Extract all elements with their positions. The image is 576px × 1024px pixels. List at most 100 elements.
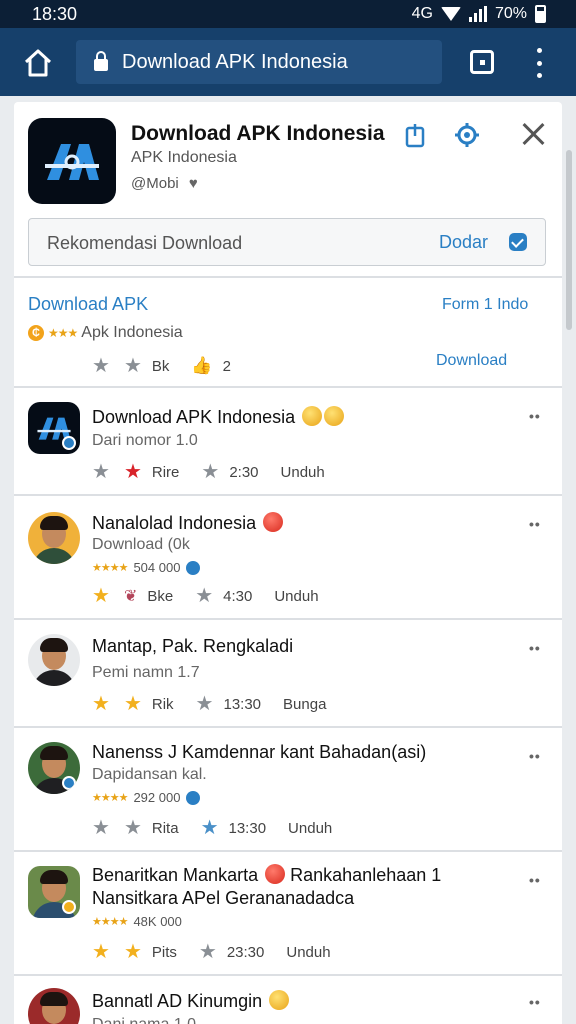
stat-3: Bunga: [283, 695, 327, 713]
star-icon[interactable]: ★: [92, 942, 110, 962]
item-title: Nanalolad Indonesia: [92, 512, 284, 534]
more-options-icon[interactable]: ••: [529, 516, 541, 532]
section-title-link[interactable]: Download APK: [28, 294, 148, 315]
more-options-icon[interactable]: ••: [529, 994, 541, 1010]
star-icon[interactable]: ★: [124, 356, 142, 376]
verified-badge-icon: [62, 776, 76, 790]
star-icon[interactable]: ★: [201, 462, 219, 482]
item-subtitle: Dapidansan kal.: [92, 766, 207, 783]
stat-3: Unduh: [286, 943, 331, 961]
section-form-link[interactable]: Form 1 Indo: [442, 296, 528, 314]
stat-2: 2:30: [229, 463, 259, 481]
battery-percent: 70%: [494, 5, 527, 22]
status-time: 18:30: [32, 3, 78, 24]
stat-1: Rik: [151, 695, 174, 713]
star-icon[interactable]: ★: [92, 818, 110, 838]
star-icon[interactable]: ★: [92, 694, 110, 714]
tabs-icon[interactable]: [470, 50, 494, 74]
star-icon[interactable]: ★: [124, 942, 142, 962]
scrollbar[interactable]: [566, 150, 572, 330]
status-bar: 18:30 4G 70%: [0, 0, 576, 28]
download-link[interactable]: Download: [436, 352, 507, 370]
stat-2: 13:30: [228, 819, 267, 837]
apk-logo-icon: [45, 144, 99, 180]
avatar: [28, 866, 80, 918]
star-icon[interactable]: ★: [201, 818, 219, 838]
stat-3: Unduh: [274, 587, 319, 605]
share-icon[interactable]: [402, 122, 428, 148]
avatar: [28, 742, 80, 794]
star-icon[interactable]: ★: [124, 694, 142, 714]
item-subtitle: Dari nomor 1.0: [92, 432, 198, 449]
app-title: Download APK Indonesia: [131, 122, 385, 145]
search-input[interactable]: Rekomendasi Download: [47, 233, 242, 254]
more-options-icon[interactable]: ••: [529, 408, 541, 424]
app-meta-text: @Mobi: [131, 175, 179, 192]
search-button[interactable]: Dodar: [439, 232, 488, 253]
heart-icon[interactable]: ♥: [189, 175, 198, 192]
settings-icon[interactable]: [454, 122, 480, 148]
app-logo: [28, 118, 116, 204]
rating-count: 504 000: [133, 560, 181, 575]
stat-2: 4:30: [223, 587, 253, 605]
more-options-icon[interactable]: ••: [529, 640, 541, 656]
gift-icon[interactable]: ❦: [124, 586, 137, 606]
app-header: Download APK Indonesia APK Indonesia @Mo…: [14, 102, 562, 276]
check-icon[interactable]: [509, 233, 527, 251]
status-icons: 4G 70%: [412, 5, 546, 23]
item-stats: ★ ★ Rita ★ 13:30 Unduh: [92, 818, 332, 838]
stat-3: Unduh: [280, 463, 325, 481]
star-icon[interactable]: ★: [195, 586, 213, 606]
stat-2: 23:30: [226, 943, 265, 961]
battery-icon: [535, 5, 546, 23]
wifi-icon: [440, 7, 461, 21]
list-item[interactable]: Benaritkan Mankarta Rankahanlehaan 1 Nan…: [14, 850, 562, 974]
browser-toolbar: Download APK Indonesia: [0, 28, 576, 96]
star-icon[interactable]: ★: [92, 462, 110, 482]
thumbs-icon[interactable]: 👍: [191, 356, 212, 376]
section-rating: ₵ ★★★ Apk Indonesia: [28, 324, 183, 342]
overflow-menu-icon[interactable]: [530, 48, 548, 78]
search-row[interactable]: Rekomendasi Download Dodar: [28, 218, 546, 266]
item-stats: ★ ★ Pits ★ 23:30 Unduh: [92, 942, 331, 962]
app-meta: @Mobi ♥: [131, 175, 198, 192]
list-item[interactable]: Nanalolad Indonesia Download (0k ★★★★ 50…: [14, 494, 562, 618]
item-rating: ★★★★ 292 000: [92, 790, 201, 805]
rating-stars-icon: ★★★★: [92, 916, 128, 928]
close-icon[interactable]: [521, 122, 545, 146]
stat-2: 13:30: [223, 695, 262, 713]
more-options-icon[interactable]: ••: [529, 748, 541, 764]
emoji-icon: [269, 990, 290, 1010]
item-title: Bannatl AD Kinumgin: [92, 990, 290, 1012]
more-options-icon[interactable]: ••: [529, 872, 541, 888]
star-icon[interactable]: ★: [196, 694, 214, 714]
item-title: Nanenss J Kamdennar kant Bahadan(asi): [92, 742, 427, 762]
star-icon[interactable]: ★: [124, 818, 142, 838]
list-item[interactable]: Mantap, Pak. Rengkaladi Pemi namn 1.7 ★ …: [14, 618, 562, 726]
rating-stars-icon: ★★★★: [92, 562, 128, 574]
list-item[interactable]: Nanenss J Kamdennar kant Bahadan(asi) Da…: [14, 726, 562, 850]
section-stat-1: Bk: [151, 357, 170, 375]
emoji-icon: [263, 512, 284, 532]
main-panel: Download APK Indonesia APK Indonesia @Mo…: [14, 102, 562, 1024]
verified-badge-icon: [186, 790, 201, 805]
stat-1: Pits: [151, 943, 177, 961]
star-icon[interactable]: ★: [92, 586, 110, 606]
section-rating-text: Apk Indonesia: [81, 324, 183, 341]
address-bar[interactable]: Download APK Indonesia: [76, 40, 442, 84]
list-item[interactable]: Download APK Indonesia Dari nomor 1.0 ★ …: [14, 386, 562, 494]
avatar: [28, 634, 80, 686]
home-icon[interactable]: [22, 48, 54, 78]
star-icon[interactable]: ★: [92, 356, 110, 376]
star-icon[interactable]: ★: [199, 942, 217, 962]
item-rating: ★★★★ 504 000: [92, 560, 201, 575]
stat-3: Unduh: [288, 819, 333, 837]
item-title: Download APK Indonesia: [92, 406, 345, 428]
stat-1: Bke: [147, 587, 174, 605]
rating-count: 48K 000: [133, 914, 182, 929]
section-stat-2: 2: [222, 357, 231, 375]
stat-1: Rita: [151, 819, 179, 837]
list-item[interactable]: Bannatl AD Kinumgin Dani nama 1.0 ••: [14, 974, 562, 1024]
section-header: Download APK Form 1 Indo ₵ ★★★ Apk Indon…: [14, 276, 562, 386]
star-icon[interactable]: ★: [124, 462, 142, 482]
